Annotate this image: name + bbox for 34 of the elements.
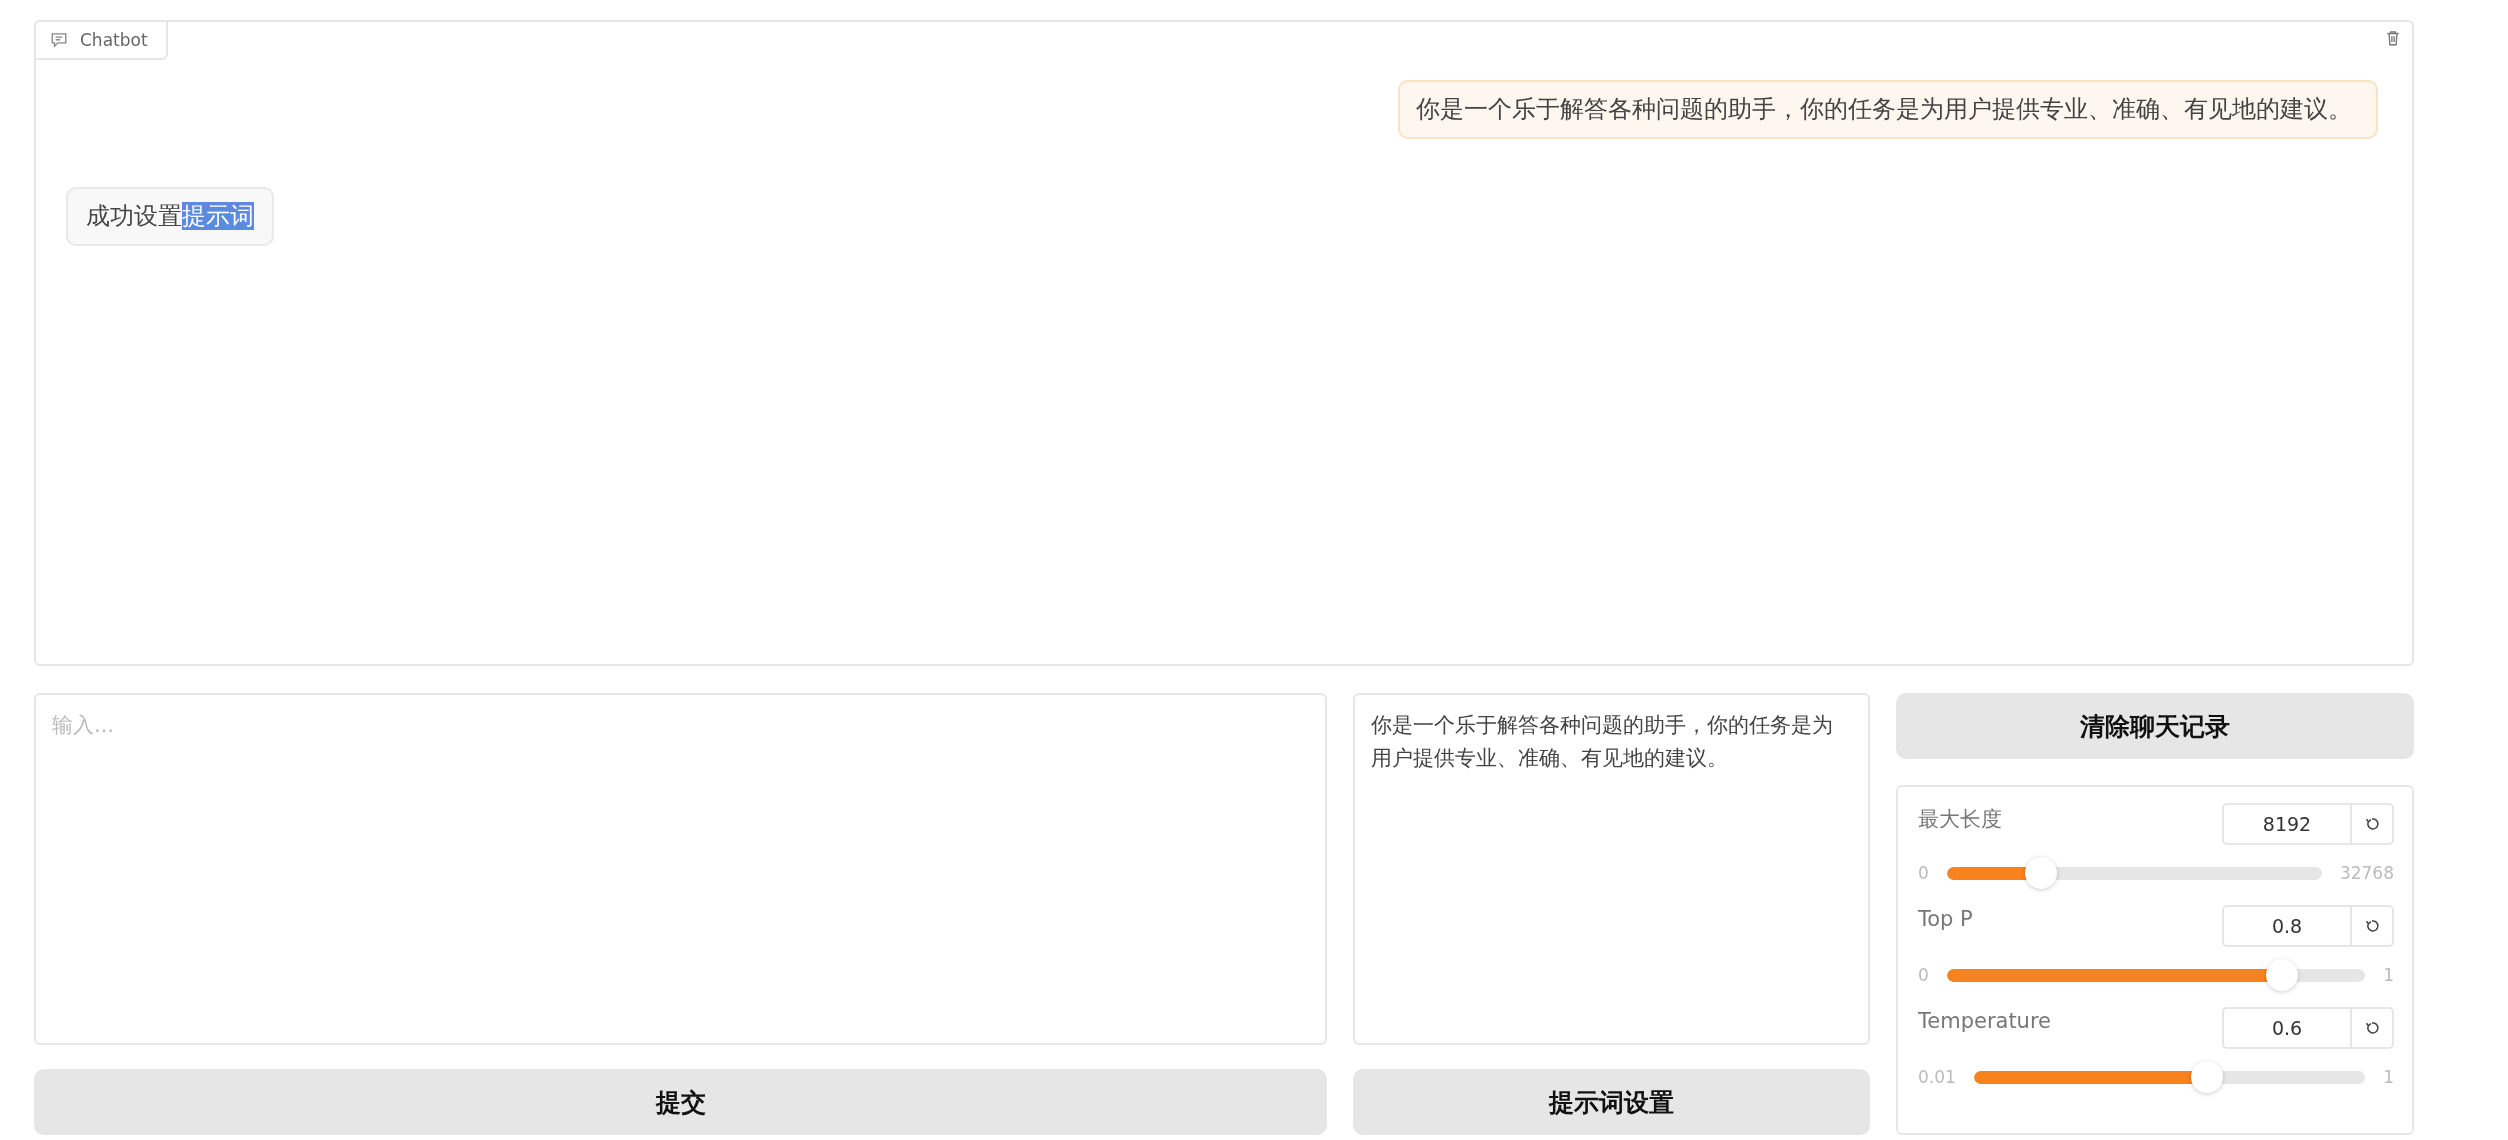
reset-button[interactable] <box>2350 905 2394 947</box>
clear-history-button[interactable]: 清除聊天记录 <box>1896 693 2414 759</box>
number-input[interactable]: 0.8 <box>2222 905 2350 947</box>
slider-max: 32768 <box>2339 863 2394 883</box>
slider-max: 1 <box>2383 1067 2394 1087</box>
slider-thumb[interactable] <box>2191 1061 2224 1093</box>
system-prompt-field[interactable]: 你是一个乐于解答各种问题的助手，你的任务是为用户提供专业、准确、有见地的建议。 <box>1353 693 1870 1045</box>
slider-min: 0.01 <box>1918 1067 1956 1087</box>
reset-button[interactable] <box>2350 1007 2394 1049</box>
message-input-field[interactable]: 输入... <box>34 693 1327 1045</box>
user-message: 你是一个乐于解答各种问题的助手，你的任务是为用户提供专业、准确、有见地的建议。 <box>1398 80 2378 140</box>
reset-icon <box>2364 918 2380 934</box>
slider-min: 0 <box>1918 863 1929 883</box>
reset-icon <box>2364 1020 2380 1036</box>
submit-button[interactable]: 提交 <box>34 1069 1327 1135</box>
slider-min: 0 <box>1918 965 1929 985</box>
number-input[interactable]: 8192 <box>2222 803 2350 845</box>
slider-label: 最大长度 <box>1918 806 2002 833</box>
slider-max: 1 <box>2383 965 2394 985</box>
slider-track[interactable] <box>1946 866 2322 880</box>
delete-icon[interactable] <box>2384 28 2402 48</box>
slider-label: Top P <box>1918 907 1973 931</box>
chatbot-title: Chatbot <box>80 30 148 50</box>
number-input[interactable]: 0.6 <box>2222 1007 2350 1049</box>
prompt-settings-button[interactable]: 提示词设置 <box>1353 1069 1870 1135</box>
slider-label: Temperature <box>1918 1009 2052 1033</box>
bot-message: 成功设置提示词 <box>66 187 274 247</box>
chat-bubble-icon <box>50 31 68 49</box>
slider-track[interactable] <box>1973 1070 2366 1084</box>
slider-thumb[interactable] <box>2265 959 2298 991</box>
reset-icon <box>2364 816 2380 832</box>
slider-track[interactable] <box>1946 968 2366 982</box>
slider-thumb[interactable] <box>2024 857 2057 889</box>
reset-button[interactable] <box>2350 803 2394 845</box>
